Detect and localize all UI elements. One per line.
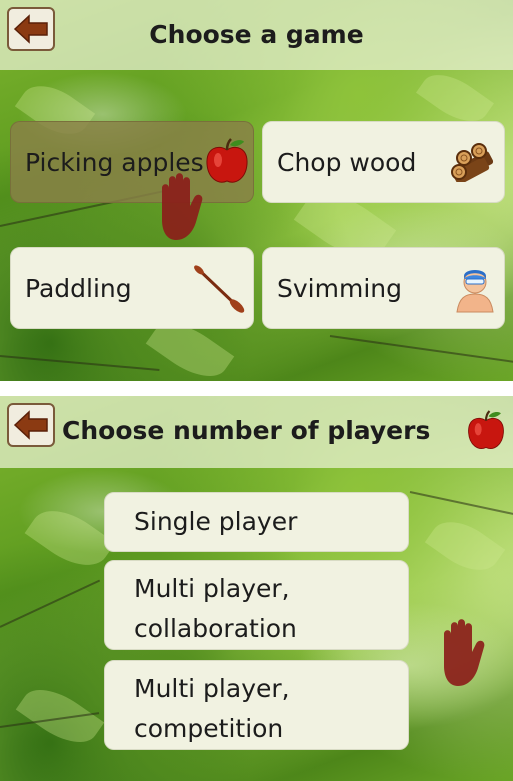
branch-decoration: [0, 579, 101, 628]
hand-cursor-icon: [444, 619, 485, 686]
hand-cursor-icon: [162, 173, 203, 240]
logs-icon: [451, 143, 494, 182]
branch-decoration: [0, 355, 160, 371]
game-select-screen: Choose a game Picking apples Chop wood P…: [0, 0, 513, 381]
swimmer-icon: [456, 270, 494, 313]
leaf-decoration: [424, 509, 506, 583]
option-label-line1: Multi player,: [134, 674, 290, 703]
branch-decoration: [329, 335, 513, 364]
page-title: Choose a game: [149, 20, 364, 49]
multi-player-collaboration-button[interactable]: Multi player, collaboration: [104, 560, 409, 650]
single-player-button[interactable]: Single player: [104, 492, 409, 552]
game-card-picking-apples[interactable]: Picking apples: [10, 121, 254, 203]
game-label: Svimming: [277, 273, 402, 303]
option-label-line1: Multi player,: [134, 574, 290, 603]
option-label-line2: competition: [134, 714, 284, 743]
apple-icon: [468, 410, 504, 449]
game-card-svimming[interactable]: Svimming: [262, 247, 505, 329]
game-card-paddling[interactable]: Paddling: [10, 247, 254, 329]
back-button[interactable]: [7, 403, 55, 447]
leaf-decoration: [15, 676, 105, 756]
branch-decoration: [409, 491, 513, 516]
game-label: Paddling: [25, 273, 132, 303]
paddle-icon: [194, 265, 245, 313]
option-label: Single player: [134, 507, 298, 536]
multi-player-competition-button[interactable]: Multi player, competition: [104, 660, 409, 750]
game-card-chop-wood[interactable]: Chop wood: [262, 121, 505, 203]
player-count-screen: Choose number of players Single player M…: [0, 396, 513, 781]
game-label: Chop wood: [277, 147, 417, 177]
arrow-left-icon: [13, 410, 48, 440]
screen-divider: [0, 381, 513, 396]
option-label-line2: collaboration: [134, 614, 297, 643]
page-title: Choose number of players: [62, 416, 431, 445]
leaf-decoration: [24, 497, 116, 579]
